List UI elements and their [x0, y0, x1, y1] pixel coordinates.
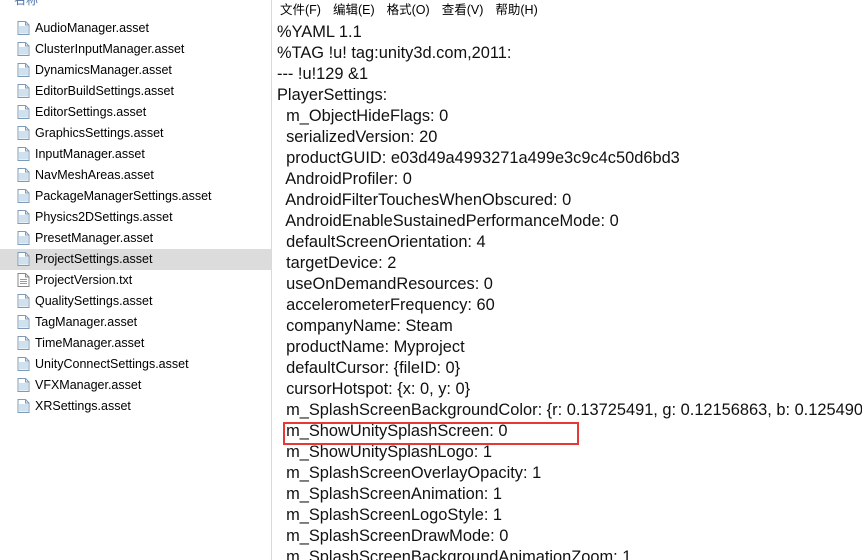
- file-item[interactable]: PresetManager.asset: [0, 228, 271, 249]
- menu-item[interactable]: 查看(V): [436, 0, 490, 20]
- file-item[interactable]: EditorSettings.asset: [0, 102, 271, 123]
- text-line: defaultCursor: {fileID: 0}: [277, 359, 461, 377]
- file-name: PresetManager.asset: [35, 231, 154, 245]
- file-icon: [17, 105, 30, 119]
- text-line: serializedVersion: 20: [277, 128, 438, 146]
- file-item[interactable]: TimeManager.asset: [0, 333, 271, 354]
- text-line: AndroidFilterTouchesWhenObscured: 0: [277, 191, 572, 209]
- file-list: AudioManager.asset ClusterInputManager.as…: [0, 18, 271, 417]
- file-item[interactable]: QualitySettings.asset: [0, 291, 271, 312]
- file-item[interactable]: DynamicsManager.asset: [0, 60, 271, 81]
- menu-item[interactable]: 格式(O): [381, 0, 436, 20]
- file-icon: [17, 294, 30, 308]
- file-name: UnityConnectSettings.asset: [35, 357, 189, 371]
- file-icon: [17, 336, 30, 350]
- text-line: useOnDemandResources: 0: [277, 275, 493, 293]
- file-icon: [17, 378, 30, 392]
- file-icon: [17, 210, 30, 224]
- file-icon: [17, 147, 30, 161]
- text-editor[interactable]: %YAML 1.1 %TAG !u! tag:unity3d.com,2011: -…: [277, 22, 862, 560]
- file-item[interactable]: ClusterInputManager.asset: [0, 39, 271, 60]
- text-line: AndroidProfiler: 0: [277, 170, 412, 188]
- name-column-header[interactable]: 名称: [14, 0, 38, 8]
- file-name: EditorBuildSettings.asset: [35, 84, 174, 98]
- text-line: m_ShowUnitySplashLogo: 1: [277, 443, 493, 461]
- text-line: cursorHotspot: {x: 0, y: 0}: [277, 380, 471, 398]
- file-name: AudioManager.asset: [35, 21, 149, 35]
- file-item[interactable]: InputManager.asset: [0, 144, 271, 165]
- file-item[interactable]: XRSettings.asset: [0, 396, 271, 417]
- text-line: m_ObjectHideFlags: 0: [277, 107, 449, 125]
- text-line: productGUID: e03d49a4993271a499e3c9c4c50…: [277, 149, 680, 167]
- file-name: ProjectSettings.asset: [35, 252, 153, 266]
- text-line: --- !u!129 &1: [277, 65, 369, 83]
- text-line: productName: Myproject: [277, 338, 465, 356]
- file-name: EditorSettings.asset: [35, 105, 147, 119]
- file-name: Physics2DSettings.asset: [35, 210, 173, 224]
- text-line: AndroidEnableSustainedPerformanceMode: 0: [277, 212, 619, 230]
- file-icon: [17, 357, 30, 371]
- file-name: TimeManager.asset: [35, 336, 145, 350]
- text-line: %YAML 1.1: [277, 23, 362, 41]
- text-line: m_SplashScreenBackgroundAnimationZoom: 1: [277, 548, 632, 560]
- text-line: m_SplashScreenOverlayOpacity: 1: [277, 464, 542, 482]
- file-name: PackageManagerSettings.asset: [35, 189, 212, 203]
- file-name: XRSettings.asset: [35, 399, 131, 413]
- file-icon: [17, 399, 30, 413]
- file-item[interactable]: TagManager.asset: [0, 312, 271, 333]
- file-icon: [17, 126, 30, 140]
- file-name: QualitySettings.asset: [35, 294, 153, 308]
- file-name: TagManager.asset: [35, 315, 138, 329]
- file-item[interactable]: ProjectVersion.txt: [0, 270, 271, 291]
- text-line: accelerometerFrequency: 60: [277, 296, 495, 314]
- file-icon: [17, 21, 30, 35]
- text-line: m_SplashScreenBackgroundColor: {r: 0.137…: [277, 401, 862, 419]
- file-item[interactable]: EditorBuildSettings.asset: [0, 81, 271, 102]
- file-icon: [17, 315, 30, 329]
- file-icon: [17, 63, 30, 77]
- text-file-icon: [17, 273, 30, 287]
- file-item[interactable]: UnityConnectSettings.asset: [0, 354, 271, 375]
- file-item[interactable]: GraphicsSettings.asset: [0, 123, 271, 144]
- text-line: targetDevice: 2: [277, 254, 397, 272]
- file-name: ClusterInputManager.asset: [35, 42, 185, 56]
- file-icon: [17, 42, 30, 56]
- file-icon: [17, 252, 30, 266]
- file-icon: [17, 168, 30, 182]
- file-item[interactable]: VFXManager.asset: [0, 375, 271, 396]
- menu-item[interactable]: 帮助(H): [489, 0, 543, 20]
- file-name: GraphicsSettings.asset: [35, 126, 164, 140]
- text-line: m_SplashScreenLogoStyle: 1: [277, 506, 503, 524]
- file-item[interactable]: ProjectSettings.asset: [0, 249, 271, 270]
- file-item[interactable]: NavMeshAreas.asset: [0, 165, 271, 186]
- text-line: PlayerSettings:: [277, 86, 388, 104]
- file-icon: [17, 231, 30, 245]
- text-line: companyName: Steam: [277, 317, 453, 335]
- menu-item[interactable]: 编辑(E): [327, 0, 381, 20]
- text-line: m_SplashScreenDrawMode: 0: [277, 527, 509, 545]
- file-name: VFXManager.asset: [35, 378, 142, 392]
- highlight-box: [283, 422, 579, 445]
- text-line: %TAG !u! tag:unity3d.com,2011:: [277, 44, 512, 62]
- file-name: DynamicsManager.asset: [35, 63, 172, 77]
- file-icon: [17, 84, 30, 98]
- file-item[interactable]: PackageManagerSettings.asset: [0, 186, 271, 207]
- text-line: m_SplashScreenAnimation: 1: [277, 485, 503, 503]
- file-name: ProjectVersion.txt: [35, 273, 133, 287]
- file-item[interactable]: AudioManager.asset: [0, 18, 271, 39]
- file-name: InputManager.asset: [35, 147, 145, 161]
- file-icon: [17, 189, 30, 203]
- menu-item[interactable]: 文件(F): [274, 0, 327, 20]
- file-explorer-pane: 名称 AudioManager.asset ClusterInputManager…: [0, 0, 271, 560]
- notepad-window: 文件(F) 编辑(E) 格式(O) 查看(V) 帮助(H) %YAML 1.1 %TAG …: [272, 0, 862, 560]
- text-line: defaultScreenOrientation: 4: [277, 233, 486, 251]
- file-item[interactable]: Physics2DSettings.asset: [0, 207, 271, 228]
- file-name: NavMeshAreas.asset: [35, 168, 154, 182]
- menu-bar: 文件(F) 编辑(E) 格式(O) 查看(V) 帮助(H): [272, 0, 862, 20]
